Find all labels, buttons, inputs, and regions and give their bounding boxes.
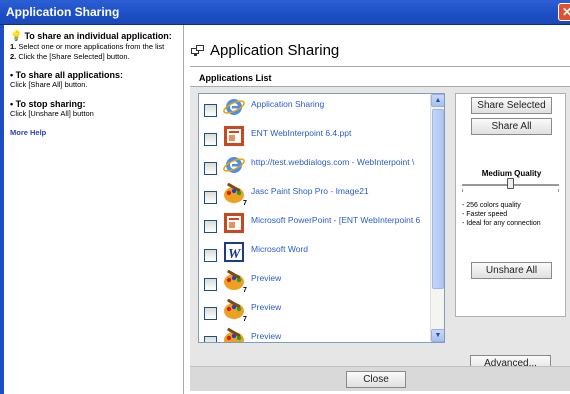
more-help-link[interactable]: More Help [10,128,46,137]
scroll-down-button[interactable]: ▼ [431,329,444,342]
item-label: Microsoft PowerPoint - [ENT WebInterpoin… [251,215,421,225]
quality-desc-1: - 256 colors quality [462,202,521,209]
item-badge: 7 [243,316,247,323]
step-number: 2. [10,51,17,61]
item-badge: 7 [243,287,247,294]
item-label: Preview [251,273,282,283]
ie-icon [223,96,245,118]
applications-list-title: Applications List [199,73,272,83]
item-label: Preview [251,331,282,341]
scroll-thumb[interactable] [432,109,444,289]
item-checkbox[interactable] [204,336,217,342]
item-checkbox[interactable] [204,249,217,262]
item-label: ENT WebInterpoint 6.4.ppt [251,128,352,138]
quality-desc-2: - Faster speed [462,211,508,218]
window-title: Application Sharing [6,5,120,19]
page-title: Application Sharing [191,42,339,59]
item-label: Preview [251,302,282,312]
vertical-scrollbar[interactable]: ▲ ▼ [430,94,444,342]
close-window-button[interactable]: ✕ [558,3,570,21]
step-number: 1. [10,42,17,51]
item-label: Microsoft Word [251,244,308,254]
item-checkbox[interactable] [204,278,217,291]
powerpoint-icon [223,212,245,234]
item-checkbox[interactable] [204,220,217,233]
list-item[interactable]: Microsoft PowerPoint - [ENT WebInterpoin… [199,210,431,238]
chevron-up-icon: ▲ [434,97,442,104]
list-panel: Application Sharing ENT WebInterpoint 6.4… [190,87,570,382]
stop-heading: To stop sharing: [15,98,86,109]
list-item[interactable]: W Microsoft Word [199,239,431,267]
main-panel: Application Sharing Applications List Ap… [185,25,570,394]
list-item[interactable]: 7 Jasc Paint Shop Pro - Image21 [199,181,431,209]
share-selected-button[interactable]: Share Selected [471,97,552,114]
item-label: Application Sharing [251,99,325,109]
sharing-controls: Share Selected Share All Medium Quality … [455,93,566,317]
help-sidebar: 💡 To share an individual application: 1. … [4,25,184,394]
individual-help: 💡 To share an individual application: [10,31,177,42]
stop-sharing-help: • To stop sharing: [10,98,86,109]
individual-step-1: 1. Select one or more applications from … [10,42,177,52]
slider-tick [462,189,463,192]
list-item[interactable]: Application Sharing [199,94,431,122]
quality-label: Medium Quality [481,169,542,178]
list-item[interactable]: Preview [199,326,431,342]
list-item[interactable]: ENT WebInterpoint 6.4.ppt [199,123,431,151]
item-checkbox[interactable] [204,162,217,175]
slider-tick [558,189,559,192]
paint-icon [223,299,245,321]
share-all-help: • To share all applications: [10,70,124,80]
divider [190,66,570,67]
applications-list[interactable]: Application Sharing ENT WebInterpoint 6.4… [198,93,445,343]
title-bar: Application Sharing ✕ [0,0,570,25]
powerpoint-icon [223,125,245,147]
scroll-up-button[interactable]: ▲ [431,94,444,107]
application-sharing-icon [191,44,204,56]
list-item[interactable]: http://test.webdialogs.com - WebInterpoi… [199,152,431,180]
quality-slider-thumb[interactable] [506,178,514,189]
ie-icon [223,154,245,176]
item-label: http://test.webdialogs.com - WebInterpoi… [251,157,415,167]
item-label: Jasc Paint Shop Pro - Image21 [251,186,369,196]
chevron-down-icon: ▼ [434,332,442,339]
step-text: Click the [Share Selected] button. [18,51,130,61]
share-all-text: Click [Share All] button. [10,80,88,89]
paint-icon [223,328,245,342]
share-all-heading: To share all applications: [15,70,124,80]
share-all-button[interactable]: Share All [471,118,552,135]
individual-heading: To share an individual application: [24,31,172,41]
page-title-text: Application Sharing [210,42,340,59]
item-badge: 7 [243,200,247,207]
close-button[interactable]: Close [346,371,406,388]
quality-desc-3: - Ideal for any connection [462,220,541,227]
stop-text: Click [Unshare All] button [10,108,94,118]
svg-text:W: W [228,247,242,262]
bottom-bar: Close [190,366,570,391]
step-text: Select one or more applications from the… [18,42,165,51]
word-icon: W [223,241,245,263]
paint-icon [223,183,245,205]
list-item[interactable]: 7 Preview [199,297,431,325]
paint-icon [223,270,245,292]
list-item[interactable]: 7 Preview [199,268,431,296]
individual-step-2: 2. Click the [Share Selected] button. [10,52,177,62]
lightbulb-icon: 💡 [10,31,23,42]
close-icon: ✕ [561,5,570,19]
item-checkbox[interactable] [204,307,217,320]
item-checkbox[interactable] [204,191,217,204]
item-checkbox[interactable] [204,104,217,117]
item-checkbox[interactable] [204,133,217,146]
unshare-all-button[interactable]: Unshare All [471,262,552,279]
